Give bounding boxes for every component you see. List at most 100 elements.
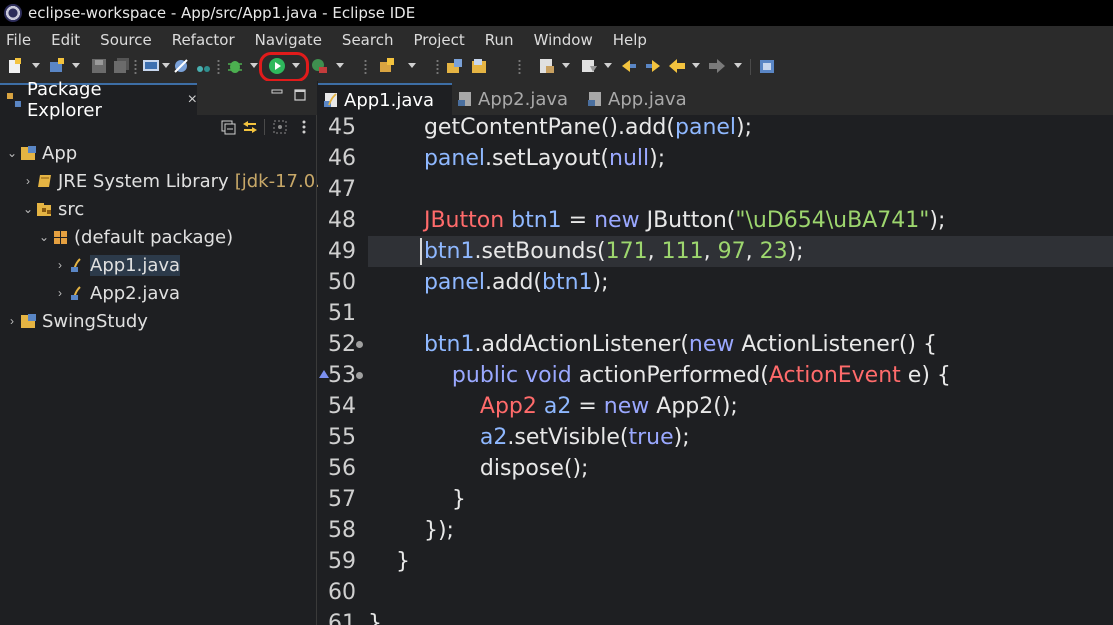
annotation-dropdown-caret[interactable] xyxy=(562,63,570,68)
line-number: 50 xyxy=(328,270,356,295)
menu-search[interactable]: Search xyxy=(336,31,405,49)
tree-item-app2-java[interactable]: › App2.java xyxy=(54,279,180,307)
tab-app1-java[interactable]: App1.java xyxy=(318,83,452,115)
tree-item-app1-java[interactable]: › App1.java xyxy=(54,251,181,279)
focus-on-active-task-icon[interactable] xyxy=(272,119,288,135)
new-type-dropdown-caret[interactable] xyxy=(408,63,416,68)
open-task-icon[interactable] xyxy=(470,57,488,75)
collapse-all-icon[interactable] xyxy=(220,119,236,135)
new-java-project-icon[interactable] xyxy=(48,57,66,75)
skip-breakpoints-icon[interactable] xyxy=(172,57,190,75)
line-number: 59 xyxy=(328,549,356,574)
chevron-down-icon[interactable]: ⌄ xyxy=(38,230,50,244)
menu-edit[interactable]: Edit xyxy=(45,31,91,49)
prev-annotation-icon[interactable] xyxy=(644,57,662,75)
chevron-right-icon[interactable]: › xyxy=(54,258,66,272)
close-icon[interactable]: × xyxy=(188,91,197,109)
terminal-dropdown-caret[interactable] xyxy=(162,63,170,68)
line-number: 49 xyxy=(328,239,356,264)
back-icon[interactable] xyxy=(668,57,686,75)
next-annotation-icon[interactable] xyxy=(620,57,638,75)
toolbar-separator xyxy=(518,59,521,75)
line-number: 55 xyxy=(328,425,356,450)
save-icon[interactable] xyxy=(90,57,108,75)
chevron-down-icon[interactable]: ⌄ xyxy=(6,146,18,160)
tree-item-src[interactable]: ⌄ src xyxy=(22,195,84,223)
tree-item-app[interactable]: ⌄ App xyxy=(6,139,77,167)
save-all-icon[interactable] xyxy=(113,57,131,75)
code-line: } xyxy=(368,549,410,574)
package-explorer-toolbar xyxy=(0,115,317,139)
chevron-right-icon[interactable]: › xyxy=(54,286,66,300)
menu-navigate[interactable]: Navigate xyxy=(249,31,333,49)
menu-window[interactable]: Window xyxy=(528,31,604,49)
line-number: 47 xyxy=(328,177,356,202)
line-number: 51 xyxy=(328,301,356,326)
tree-item-label: App xyxy=(42,142,78,164)
source-folder-icon xyxy=(37,203,51,216)
new-dropdown-caret[interactable] xyxy=(32,63,40,68)
view-menu-icon[interactable] xyxy=(296,119,312,135)
menu-source[interactable]: Source xyxy=(94,31,163,49)
chevron-down-icon[interactable]: ⌄ xyxy=(22,202,34,216)
code-line: a2.setVisible(true); xyxy=(479,425,690,450)
new-icon[interactable] xyxy=(6,57,24,75)
menu-project[interactable]: Project xyxy=(407,31,475,49)
minimize-icon[interactable] xyxy=(271,86,283,98)
tab-app2-java[interactable]: App2.java xyxy=(452,83,582,115)
menu-run[interactable]: Run xyxy=(479,31,525,49)
tree-item-default-package[interactable]: ⌄ (default package) xyxy=(38,223,233,251)
override-marker-icon xyxy=(319,370,329,378)
code-line: panel.setLayout(null); xyxy=(423,146,666,171)
annotation-icon[interactable] xyxy=(580,57,598,75)
tree-item-jre-system-library[interactable]: › JRE System Library [jdk-17.0.2 xyxy=(22,167,332,195)
chevron-right-icon[interactable]: › xyxy=(22,174,34,188)
new-type-icon[interactable] xyxy=(378,57,396,75)
code-line: }); xyxy=(368,518,454,543)
menu-help[interactable]: Help xyxy=(607,31,658,49)
package-explorer-icon xyxy=(7,93,21,107)
back-dropdown-caret[interactable] xyxy=(692,63,700,68)
tab-package-explorer[interactable]: Package Explorer × xyxy=(0,79,197,121)
editor-tab-label: App2.java xyxy=(478,88,569,110)
toggle-mark-occurrences-icon[interactable] xyxy=(538,57,556,75)
line-number: 56 xyxy=(328,456,356,481)
link-with-editor-icon[interactable] xyxy=(242,119,258,135)
tab-app-java[interactable]: App.java xyxy=(582,83,702,115)
code-line: App2 a2 = new App2(); xyxy=(479,394,738,419)
open-type-icon[interactable] xyxy=(446,57,464,75)
code-line: JButton btn1 = new JButton("\uD654\uBA74… xyxy=(423,208,946,233)
tree-item-label: App1.java xyxy=(90,254,181,276)
java-file-icon xyxy=(71,258,83,272)
coverage-dropdown-caret[interactable] xyxy=(336,63,344,68)
coverage-run-icon[interactable] xyxy=(194,57,212,75)
forward-dropdown-caret[interactable] xyxy=(734,63,742,68)
line-number: 60 xyxy=(328,580,356,605)
forward-icon[interactable] xyxy=(708,57,726,75)
java-file-icon xyxy=(458,92,471,106)
new-project-dropdown-caret[interactable] xyxy=(72,63,80,68)
fold-toggle-icon[interactable] xyxy=(356,372,363,379)
fold-toggle-icon[interactable] xyxy=(356,341,363,348)
tree-item-swingstudy[interactable]: › SwingStudy xyxy=(6,307,148,335)
debug-icon[interactable] xyxy=(226,57,244,75)
tree-item-label: SwingStudy xyxy=(42,310,148,332)
menu-refactor[interactable]: Refactor xyxy=(166,31,246,49)
chevron-right-icon[interactable]: › xyxy=(6,314,18,328)
code-line: public void actionPerformed(ActionEvent … xyxy=(451,363,951,388)
main-toolbar xyxy=(0,53,1113,81)
menu-file[interactable]: File xyxy=(0,31,42,49)
terminal-icon[interactable] xyxy=(142,57,160,75)
tree-item-label: src xyxy=(58,198,85,220)
perspective-icon[interactable] xyxy=(758,57,776,75)
debug-dropdown-caret[interactable] xyxy=(250,63,258,68)
coverage-icon[interactable] xyxy=(310,57,328,75)
toolbar-separator xyxy=(436,59,439,75)
code-line: } xyxy=(368,611,382,625)
code-line: btn1.setBounds(171, 111, 97, 23); xyxy=(423,239,804,264)
maximize-icon[interactable] xyxy=(294,89,306,101)
annotation-nav-dropdown-caret[interactable] xyxy=(604,63,612,68)
editor-tabbar: App1.java App2.java App.java xyxy=(318,81,1113,115)
code-editor[interactable]: getContentPane().add(panel); panel.setLa… xyxy=(368,115,1113,625)
